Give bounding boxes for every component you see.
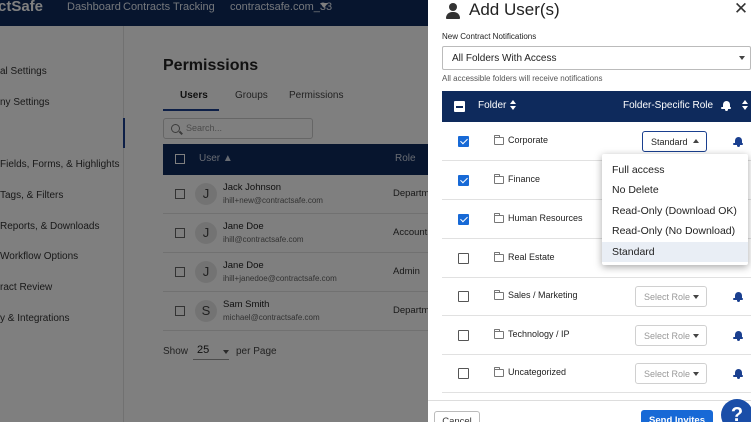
folder-checkbox[interactable] xyxy=(458,253,469,264)
send-invites-button[interactable]: Send Invites xyxy=(641,410,713,422)
bell-icon[interactable] xyxy=(733,368,743,379)
notifications-help-text: All accessible folders will receive noti… xyxy=(442,74,603,83)
folder-icon xyxy=(494,135,504,145)
chevron-up-icon[interactable] xyxy=(693,139,699,143)
folder-role-select[interactable]: Select Role xyxy=(635,286,707,307)
help-button[interactable]: ? xyxy=(721,399,751,422)
chevron-down-icon[interactable] xyxy=(693,372,699,376)
notifications-select[interactable]: All Folders With Access xyxy=(442,46,751,70)
chevron-down-icon[interactable] xyxy=(693,295,699,299)
user-icon xyxy=(446,3,460,19)
folder-row-technology-ip[interactable]: Technology / IP Select Role xyxy=(442,316,751,355)
role-option-read-only-no-download[interactable]: Read-Only (No Download) xyxy=(602,221,748,241)
role-option-full-access[interactable]: Full access xyxy=(602,160,748,180)
folder-checkbox[interactable] xyxy=(458,175,469,186)
folder-checkbox[interactable] xyxy=(458,291,469,302)
folder-checkbox[interactable] xyxy=(458,136,469,147)
folder-icon xyxy=(494,174,504,184)
close-button[interactable]: ✕ xyxy=(732,0,750,20)
role-option-no-delete[interactable]: No Delete xyxy=(602,180,748,200)
folder-row-sales-marketing[interactable]: Sales / Marketing Select Role xyxy=(442,277,751,316)
cancel-button[interactable]: Cancel xyxy=(434,411,480,422)
folder-name: Finance xyxy=(508,174,541,184)
folder-checkbox[interactable] xyxy=(458,330,469,341)
modal-footer: Cancel Send Invites ? xyxy=(428,399,751,422)
folder-icon xyxy=(494,329,504,339)
folder-checkbox[interactable] xyxy=(458,368,469,379)
modal-header: Add User(s) ✕ xyxy=(428,0,751,26)
bell-icon[interactable] xyxy=(733,291,743,302)
folder-role-select[interactable]: Select Role xyxy=(635,325,707,346)
bell-icon xyxy=(721,100,732,112)
folder-name: Technology / IP xyxy=(508,329,570,339)
role-dropdown-menu: Full access No Delete Read-Only (Downloa… xyxy=(602,154,748,265)
folders-table-header: Folder Folder-Specific Role xyxy=(442,91,751,122)
chevron-down-icon[interactable] xyxy=(693,334,699,338)
folder-row-uncategorized[interactable]: Uncategorized Select Role xyxy=(442,354,751,393)
folder-role-select[interactable]: Select Role xyxy=(635,363,707,384)
notifications-label: New Contract Notifications xyxy=(442,32,537,41)
column-header-folder-role[interactable]: Folder-Specific Role xyxy=(623,100,713,111)
folder-name: Real Estate xyxy=(508,252,555,262)
folder-icon xyxy=(494,367,504,377)
sort-icon[interactable] xyxy=(742,100,748,110)
folder-icon xyxy=(494,213,504,223)
sort-icon[interactable] xyxy=(510,100,517,110)
folder-name: Corporate xyxy=(508,135,549,145)
folder-name: Human Resources xyxy=(508,213,583,223)
bell-icon[interactable] xyxy=(733,136,743,147)
folder-icon xyxy=(494,290,504,300)
notifications-select-value: All Folders With Access xyxy=(452,53,557,64)
chevron-down-icon[interactable] xyxy=(739,56,745,60)
folder-role-select[interactable]: Standard xyxy=(642,131,707,152)
folder-name: Sales / Marketing xyxy=(508,290,578,300)
column-header-folder[interactable]: Folder xyxy=(478,100,517,111)
role-option-read-only-download[interactable]: Read-Only (Download OK) xyxy=(602,201,748,221)
role-option-standard[interactable]: Standard xyxy=(602,242,748,262)
folder-name: Uncategorized xyxy=(508,367,567,377)
bell-icon[interactable] xyxy=(733,330,743,341)
select-all-folders-checkbox[interactable] xyxy=(454,101,465,112)
modal-title: Add User(s) xyxy=(469,0,560,19)
folder-icon xyxy=(494,252,504,262)
folder-checkbox[interactable] xyxy=(458,214,469,225)
